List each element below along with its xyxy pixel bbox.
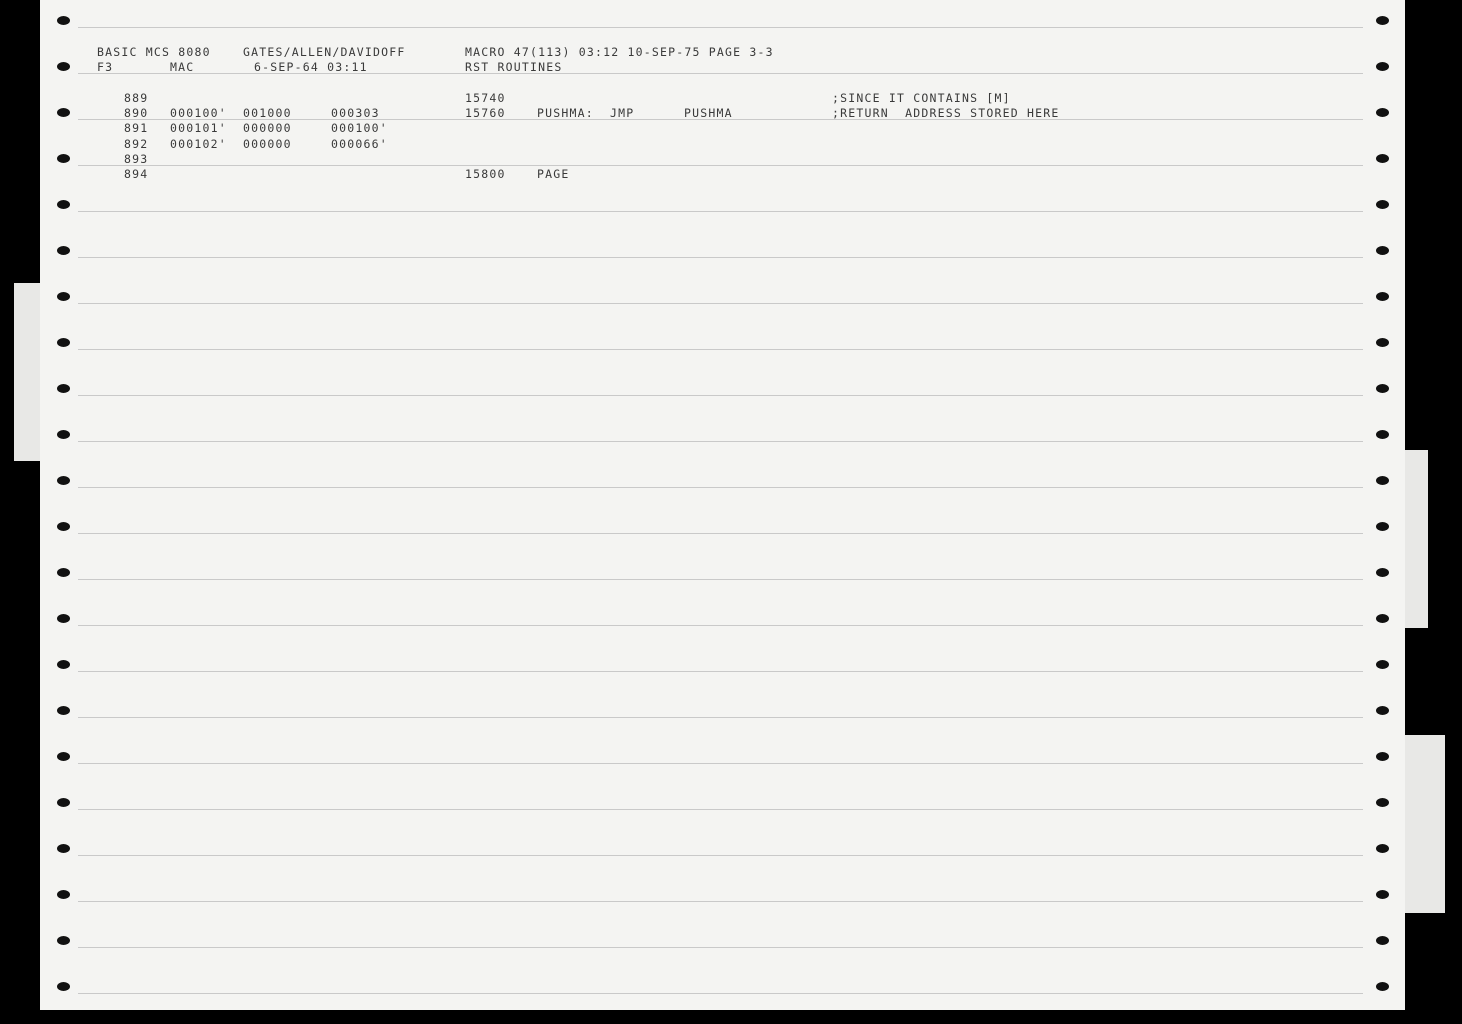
- printout-page: [40, 0, 1405, 1010]
- ruled-line: [78, 441, 1363, 442]
- tractor-hole: [1376, 706, 1389, 715]
- tractor-hole: [1376, 844, 1389, 853]
- tractor-hole: [57, 430, 70, 439]
- ruled-line: [78, 165, 1363, 166]
- paper-tab-left: [14, 283, 42, 461]
- tractor-hole: [57, 798, 70, 807]
- tractor-hole: [57, 292, 70, 301]
- listing-op: JMP: [610, 106, 635, 121]
- ruled-line: [78, 809, 1363, 810]
- tractor-hole: [57, 752, 70, 761]
- listing-word2: 000100': [331, 121, 388, 136]
- tractor-hole: [1376, 108, 1389, 117]
- listing-line: 892: [124, 136, 149, 151]
- ruled-line: [78, 303, 1363, 304]
- ruled-line: [78, 487, 1363, 488]
- file-date: 6-SEP-64 03:11: [254, 60, 368, 74]
- tractor-hole: [57, 338, 70, 347]
- listing-line: 890: [124, 106, 149, 121]
- file-name: F3: [97, 60, 114, 74]
- tractor-hole: [1376, 522, 1389, 531]
- section-title: RST ROUTINES: [465, 60, 563, 74]
- authors: GATES/ALLEN/DAVIDOFF: [243, 45, 406, 59]
- tractor-hole: [57, 62, 70, 71]
- tractor-hole: [1376, 936, 1389, 945]
- ruled-line: [78, 211, 1363, 212]
- tractor-hole: [57, 982, 70, 991]
- tractor-hole: [1376, 752, 1389, 761]
- listing-line: 894: [124, 167, 149, 181]
- listing-label: PAGE: [537, 167, 570, 181]
- ruled-line: [78, 579, 1363, 580]
- paper-tab-right-2: [1400, 735, 1445, 913]
- tractor-hole: [1376, 62, 1389, 71]
- tractor-hole: [1376, 338, 1389, 347]
- listing-line: 891: [124, 121, 149, 136]
- listing-line: 889: [124, 91, 149, 105]
- tractor-hole: [57, 660, 70, 669]
- ruled-line: [78, 901, 1363, 902]
- listing-word1: 000000: [243, 121, 292, 136]
- ruled-line: [78, 855, 1363, 856]
- tractor-hole: [1376, 430, 1389, 439]
- tractor-hole: [1376, 982, 1389, 991]
- ruled-line: [78, 947, 1363, 948]
- tractor-hole: [57, 936, 70, 945]
- listing-arg: PUSHMA: [684, 106, 733, 121]
- tractor-hole: [57, 384, 70, 393]
- tractor-hole: [57, 844, 70, 853]
- tractor-hole: [57, 108, 70, 117]
- ruled-line: [78, 395, 1363, 396]
- ruled-line: [78, 27, 1363, 28]
- tractor-hole: [57, 200, 70, 209]
- listing-loc: 000100': [170, 106, 227, 121]
- tractor-hole: [1376, 798, 1389, 807]
- tractor-hole: [57, 246, 70, 255]
- listing-word2: 000303: [331, 106, 380, 121]
- listing-label: PUSHMA:: [537, 106, 594, 121]
- tractor-hole: [1376, 16, 1389, 25]
- listing-seq: 15740: [465, 91, 506, 105]
- tractor-hole: [57, 890, 70, 899]
- ruled-line: [78, 763, 1363, 764]
- listing-comment: ;RETURN ADDRESS STORED HERE: [832, 106, 1060, 121]
- program-name: BASIC MCS 8080: [97, 45, 211, 59]
- tractor-hole: [1376, 292, 1389, 301]
- assembler-info: MACRO 47(113) 03:12 10-SEP-75 PAGE 3-3: [465, 45, 774, 59]
- listing-seq: 15760: [465, 106, 506, 121]
- tractor-hole: [57, 614, 70, 623]
- tractor-hole: [1376, 614, 1389, 623]
- tractor-hole: [57, 476, 70, 485]
- tractor-hole: [1376, 660, 1389, 669]
- listing-word1: 001000: [243, 106, 292, 121]
- tractor-hole: [1376, 890, 1389, 899]
- listing-line: 893: [124, 151, 149, 166]
- tractor-hole: [1376, 476, 1389, 485]
- listing-loc: 000102': [170, 136, 227, 151]
- listing-word1: 000000: [243, 136, 292, 151]
- tractor-hole: [1376, 384, 1389, 393]
- tractor-hole: [1376, 200, 1389, 209]
- ruled-line: [78, 993, 1363, 994]
- ruled-line: [78, 349, 1363, 350]
- tractor-hole: [1376, 246, 1389, 255]
- ruled-line: [78, 257, 1363, 258]
- tractor-hole: [1376, 568, 1389, 577]
- listing-seq: 15800: [465, 167, 506, 181]
- ruled-line: [78, 717, 1363, 718]
- ruled-line: [78, 671, 1363, 672]
- file-type: MAC: [170, 60, 195, 74]
- tractor-hole: [1376, 154, 1389, 163]
- tractor-hole: [57, 568, 70, 577]
- tractor-hole: [57, 522, 70, 531]
- listing-word2: 000066': [331, 136, 388, 151]
- listing-loc: 000101': [170, 121, 227, 136]
- tractor-hole: [57, 154, 70, 163]
- listing-comment: ;SINCE IT CONTAINS [M]: [832, 91, 1011, 105]
- tractor-hole: [57, 706, 70, 715]
- tractor-hole: [57, 16, 70, 25]
- ruled-line: [78, 625, 1363, 626]
- ruled-line: [78, 533, 1363, 534]
